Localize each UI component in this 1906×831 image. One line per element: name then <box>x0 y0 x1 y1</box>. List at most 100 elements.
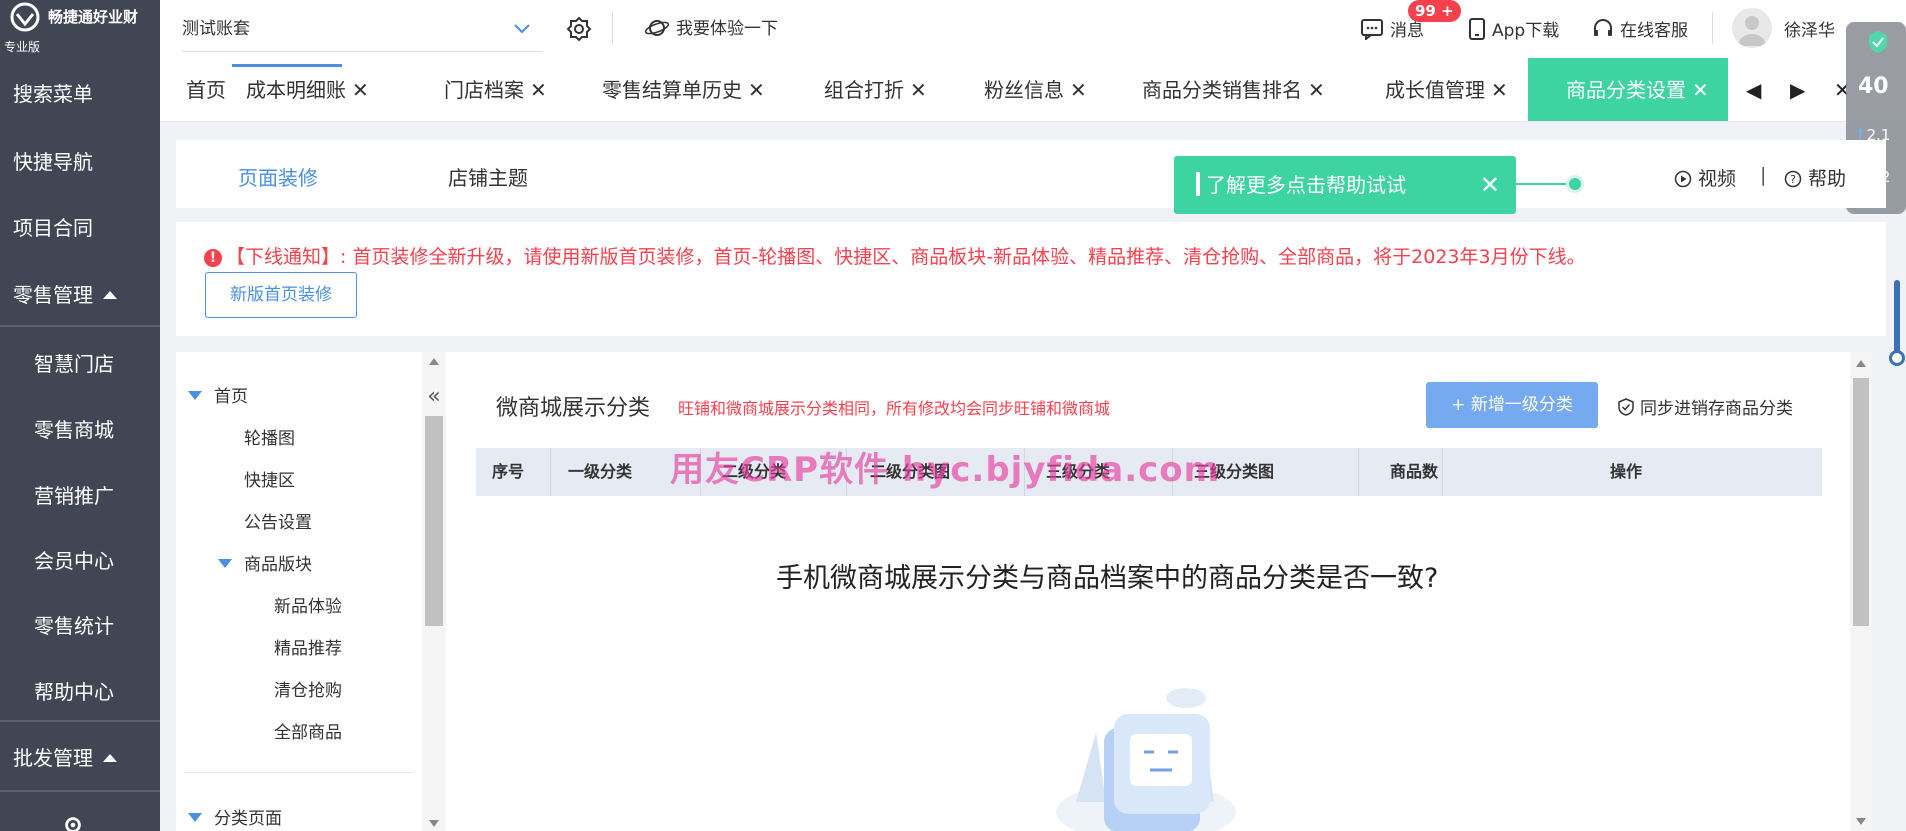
tip-connector <box>1516 183 1572 185</box>
main-scrollbar[interactable] <box>1850 352 1872 831</box>
sidebar-item-retail-mall[interactable]: 零售商城 <box>0 414 160 443</box>
chevron-down-icon <box>514 24 530 34</box>
tip-dot <box>1566 175 1584 193</box>
messages-badge: 99 + <box>1408 0 1461 22</box>
collapse-panel-button[interactable]: « <box>422 382 446 416</box>
tree-item-quick-area[interactable]: 快捷区 <box>244 466 295 491</box>
sidebar: 畅捷通好业财 专业版 搜索菜单 快捷导航 项目合同 零售管理 智慧门店 零售商城… <box>0 0 160 831</box>
sub-tabs: 页面装修 店铺主题 <box>176 140 1886 208</box>
tab-cost-detail[interactable]: 子成本明细账✕ <box>246 58 406 121</box>
help-tip-text: 了解更多点击帮助试试 <box>1206 173 1406 197</box>
tree-item-new-products[interactable]: 新品体验 <box>274 592 342 617</box>
scroll-down-icon[interactable] <box>1856 818 1866 825</box>
slider-knob[interactable] <box>1889 350 1905 366</box>
close-icon[interactable]: ✕ <box>530 78 547 102</box>
sidebar-item-quick-nav[interactable]: 快捷导航 <box>0 146 160 175</box>
tree-item-product-section[interactable]: 商品版块 <box>218 550 312 575</box>
column-divider <box>550 448 551 496</box>
collapse-up-icon <box>103 754 117 762</box>
column-header: 商品数 <box>1390 462 1438 481</box>
account-selector[interactable]: 测试账套 <box>182 10 542 52</box>
close-icon[interactable]: ✕ <box>910 78 927 102</box>
close-icon[interactable]: ✕ <box>1480 156 1500 214</box>
gear-icon[interactable] <box>566 16 592 42</box>
expand-down-icon <box>218 559 232 568</box>
close-icon[interactable]: ✕ <box>1692 78 1709 102</box>
tree-item-category-page[interactable]: 分类页面 <box>188 804 282 829</box>
tab-scroll-left-icon[interactable]: ◀ <box>1746 78 1761 102</box>
tree-divider <box>184 772 414 773</box>
sidebar-item-retail-management[interactable]: 零售管理 <box>0 279 160 308</box>
video-link[interactable]: 视频 <box>1674 164 1736 191</box>
tree-item-featured[interactable]: 精品推荐 <box>274 634 342 659</box>
sidebar-item-member-center[interactable]: 会员中心 <box>0 545 160 574</box>
close-icon[interactable]: ✕ <box>1070 78 1087 102</box>
logo-subtitle: 专业版 <box>4 40 41 54</box>
expand-down-icon <box>188 813 202 822</box>
tab-scroll-right-icon[interactable]: ▶ <box>1790 78 1805 102</box>
sidebar-item-project-contract[interactable]: 项目合同 <box>0 212 160 241</box>
new-homepage-decoration-button[interactable]: 新版首页装修 <box>205 272 357 318</box>
add-first-level-category-button[interactable]: + 新增一级分类 <box>1426 382 1598 428</box>
column-header: 操作 <box>1610 462 1643 481</box>
sidebar-divider <box>0 790 160 792</box>
scroll-down-icon[interactable] <box>429 820 439 827</box>
alert-icon: ! <box>204 249 222 267</box>
close-icon[interactable]: ✕ <box>1491 78 1508 102</box>
tab-store-archive[interactable]: 门店档案 ✕ <box>444 58 547 121</box>
tab-category-sales-rank[interactable]: 商品分类销售排名 ✕ <box>1142 58 1325 121</box>
scroll-thumb[interactable] <box>1853 378 1869 626</box>
svg-text:?: ? <box>1790 173 1796 186</box>
online-service-button[interactable]: 在线客服 <box>1592 16 1688 41</box>
app-download-button[interactable]: App下载 <box>1468 16 1559 41</box>
column-divider <box>1442 448 1443 496</box>
tree-item-all-products[interactable]: 全部商品 <box>274 718 342 743</box>
sidebar-item-help-center[interactable]: 帮助中心 <box>0 676 160 705</box>
page-tree: 首页 轮播图 快捷区 公告设置 商品版块 新品体验 精品推荐 清仓抢购 全部商品… <box>176 352 446 831</box>
try-experience-button[interactable]: 我要体验一下 <box>644 14 778 39</box>
tree-item-home[interactable]: 首页 <box>188 382 248 407</box>
subtab-store-theme[interactable]: 店铺主题 <box>448 162 528 191</box>
tab-fan-info[interactable]: 粉丝信息 ✕ <box>984 58 1087 121</box>
tree-item-notice-settings[interactable]: 公告设置 <box>244 508 312 533</box>
panel-title: 微商城展示分类 <box>496 396 651 421</box>
tab-retail-settlement-history[interactable]: 零售结算单历史 ✕ <box>602 58 765 121</box>
notice-text: ! 【下线通知】: 首页装修全新升级，请使用新版首页装修，首页-轮播图、快捷区、商… <box>204 242 1586 269</box>
tree-item-clearance[interactable]: 清仓抢购 <box>274 676 342 701</box>
sidebar-item-wholesale-management[interactable]: 批发管理 <box>0 742 160 771</box>
username[interactable]: 徐泽华 <box>1784 16 1835 41</box>
logo: 畅捷通好业财 专业版 <box>0 0 160 58</box>
tab-growth-value[interactable]: 成长值管理 ✕ <box>1385 58 1508 121</box>
sidebar-item-search-menu[interactable]: 搜索菜单 <box>0 78 160 107</box>
sidebar-item-smart-store[interactable]: 智慧门店 <box>0 348 160 377</box>
close-icon[interactable]: ✕ <box>352 78 369 102</box>
logo-mark-icon <box>10 2 40 32</box>
sidebar-item-marketing[interactable]: 营销推广 <box>0 480 160 509</box>
close-icon[interactable]: ✕ <box>1308 78 1325 102</box>
collapse-up-icon <box>103 291 117 299</box>
headset-icon <box>1594 19 1612 36</box>
logo-title: 畅捷通好业财 <box>48 8 139 26</box>
scroll-thumb[interactable] <box>425 416 443 626</box>
message-icon <box>1361 19 1383 42</box>
tab-bar: 首页 子成本明细账✕ 门店档案✕ 零售结算单历史✕ 组合打折✕ 粉丝信息✕ 商品… <box>160 58 1906 122</box>
sync-inventory-category-button[interactable]: 同步进销存商品分类 <box>1618 394 1793 419</box>
tip-bar <box>1196 172 1200 196</box>
settings-gear-icon[interactable] <box>62 814 84 831</box>
question-icon: ? <box>1784 170 1802 188</box>
divider <box>1712 12 1713 44</box>
memory-percent: 40 <box>1858 74 1889 99</box>
tab-category-settings[interactable]: 商品分类设置 ✕ <box>1528 58 1728 121</box>
sidebar-item-retail-stats[interactable]: 零售统计 <box>0 610 160 639</box>
edge-slider[interactable] <box>1889 280 1905 366</box>
tab-home[interactable]: 首页 <box>186 58 226 121</box>
close-icon[interactable]: ✕ <box>748 78 765 102</box>
tree-scrollbar[interactable] <box>422 352 446 831</box>
scroll-up-icon[interactable] <box>1856 360 1866 367</box>
help-link[interactable]: ? 帮助 <box>1784 164 1846 191</box>
scroll-up-icon[interactable] <box>429 358 439 365</box>
tab-combo-discount[interactable]: 组合打折 ✕ <box>824 58 927 121</box>
avatar[interactable] <box>1732 8 1772 48</box>
tree-item-carousel[interactable]: 轮播图 <box>244 424 295 449</box>
subtab-page-decoration[interactable]: 页面装修 <box>238 162 318 191</box>
